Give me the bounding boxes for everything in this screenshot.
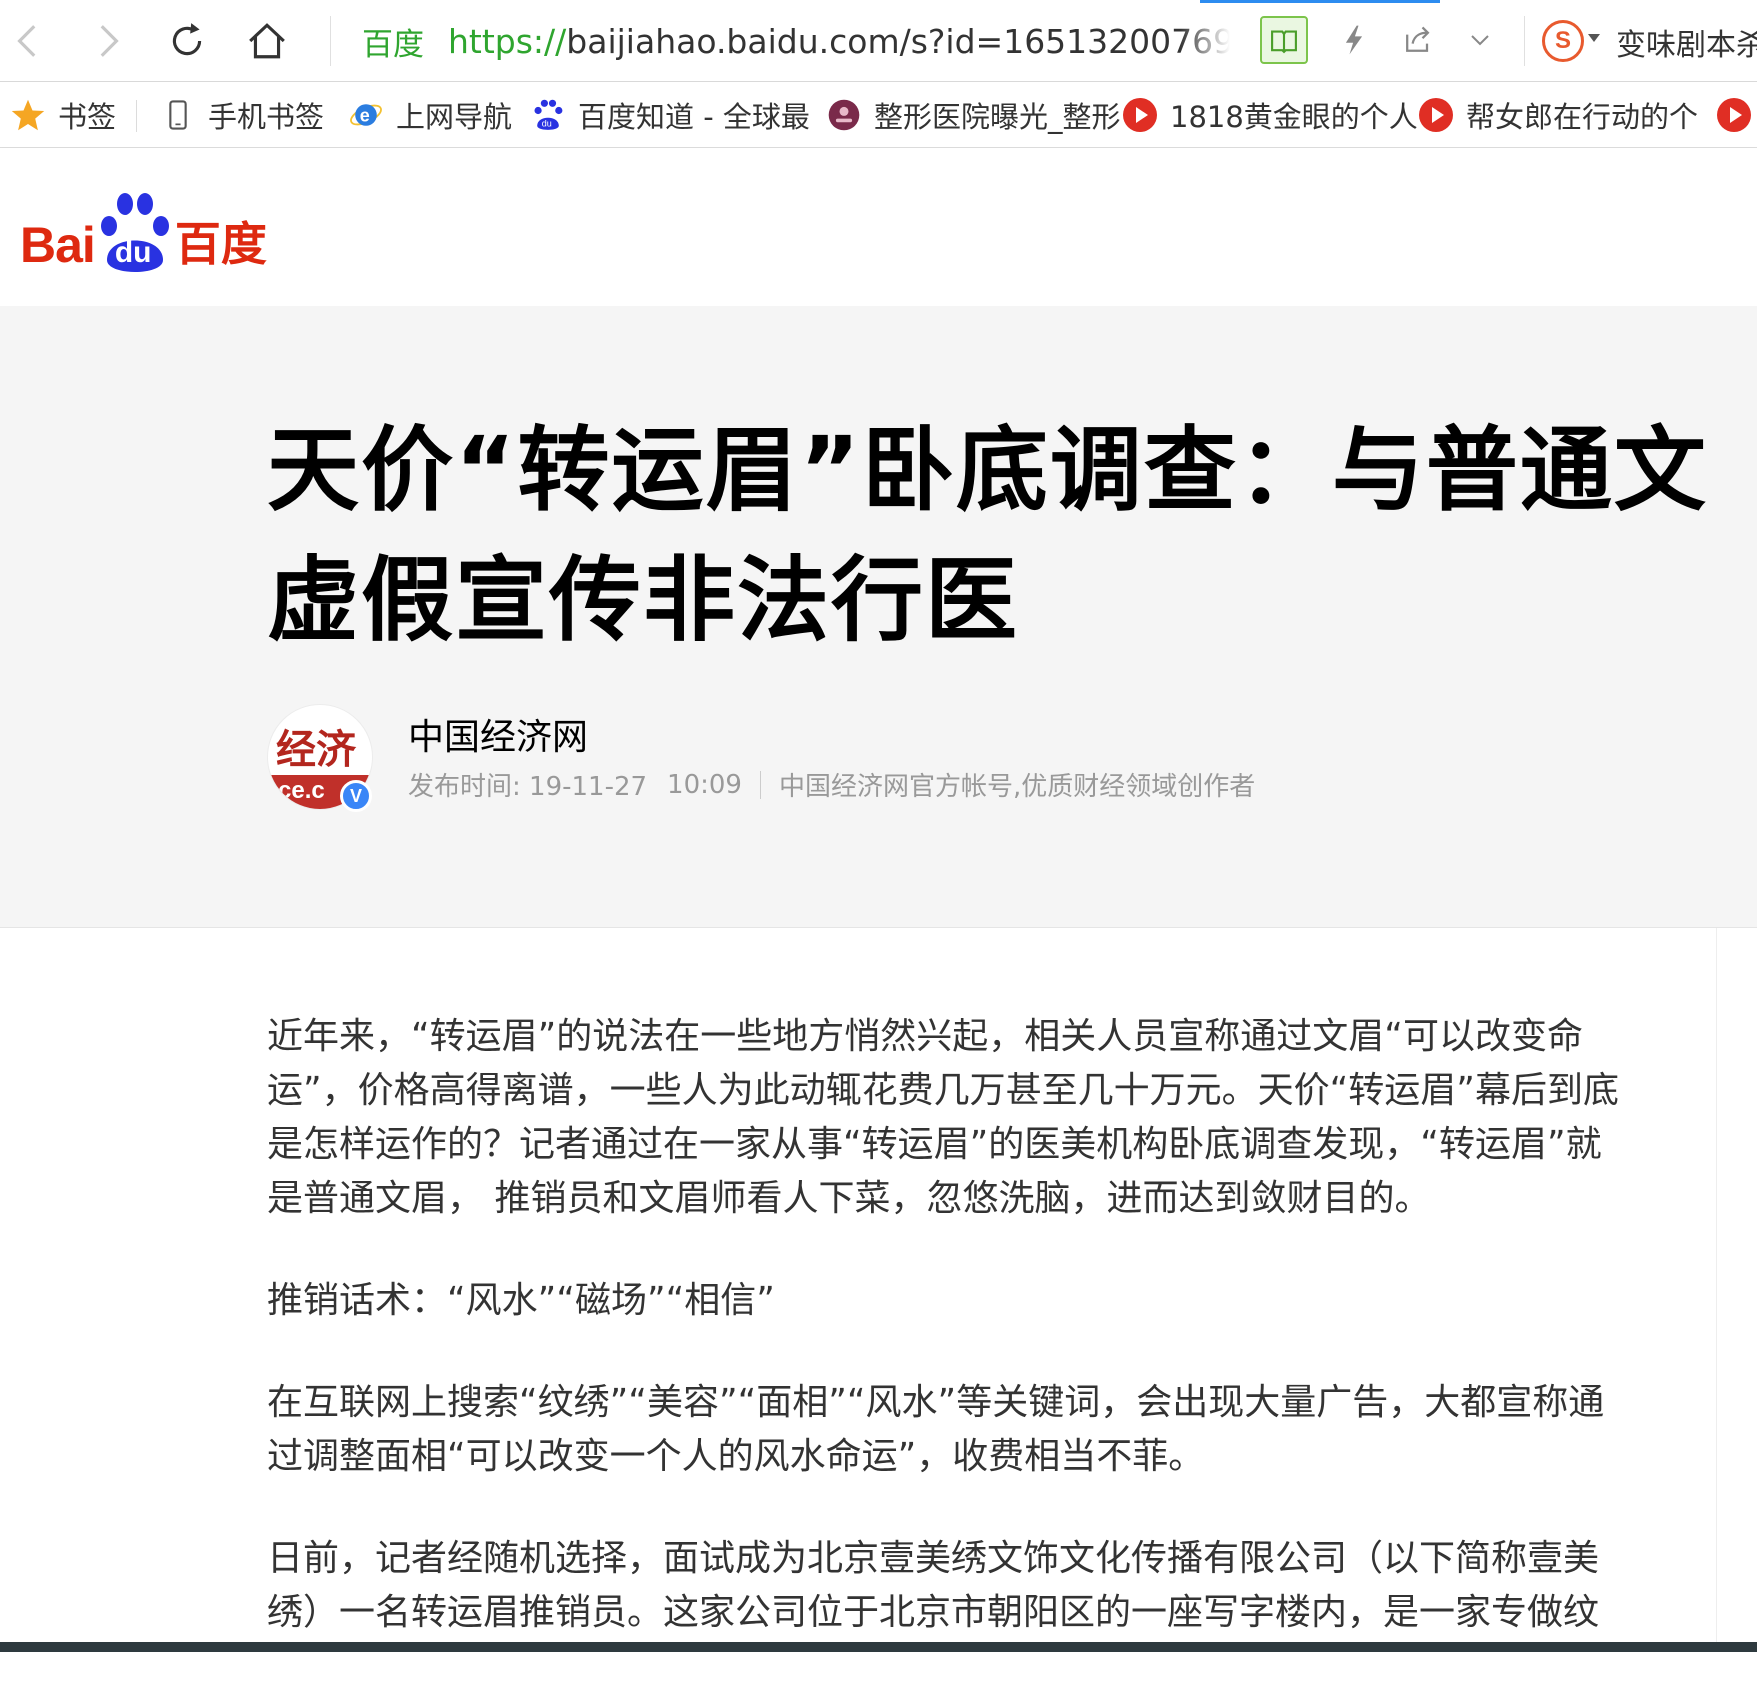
article-title-line-2: 虚假宣传非法行医 xyxy=(267,547,1020,654)
article-paragraph: 日前，记者经随机选择，面试成为北京壹美绣文饰文化传播有限公司（以下简称壹美绣）一… xyxy=(267,1538,1600,1633)
article-title-line-1: 天价“转运眉”卧底调查：与普通文 xyxy=(267,417,1708,524)
bookmark-label: 手机书签 xyxy=(208,100,325,134)
star-icon xyxy=(10,97,46,133)
author-description: 中国经济网官方帐号,优质财经领域创作者 xyxy=(778,772,1256,802)
site-icon xyxy=(826,97,862,133)
bookmark-item-mobile[interactable]: 手机书签 xyxy=(160,82,325,147)
extension-news-text[interactable]: 变味剧本杀 xyxy=(1616,20,1757,64)
verified-badge-icon: V xyxy=(340,780,372,812)
bookmark-item-baidu-zhidao[interactable]: du 百度知道 - 全球最 xyxy=(530,82,810,147)
reader-mode-button[interactable] xyxy=(1260,16,1308,64)
forward-button[interactable] xyxy=(78,12,136,70)
bookmark-label: 上网导航 xyxy=(396,100,513,134)
meta-divider xyxy=(759,770,761,799)
bookmarks-bar: 书签 手机书签 e 上网导航 du 百度知道 - 全球最 整形医院曝光_整形 1… xyxy=(0,82,1757,148)
publish-date: 发布时间: 19-11-27 xyxy=(408,772,648,802)
author-name[interactable]: 中国经济网 xyxy=(408,708,588,760)
reload-icon xyxy=(172,23,202,56)
video-icon xyxy=(1122,97,1158,133)
bookmark-item-navigation[interactable]: e 上网导航 xyxy=(348,82,513,147)
bookmark-item-bangnvlang[interactable]: 帮女郎在行动的个 xyxy=(1418,82,1699,147)
taskbar-edge xyxy=(0,1642,1757,1652)
content-border xyxy=(1716,928,1717,1652)
logo-text-chinese: 百度 xyxy=(174,217,267,271)
home-button[interactable] xyxy=(238,12,296,70)
sogou-icon[interactable]: S xyxy=(1542,20,1584,62)
address-bar[interactable]: 百度 https:// baijiahao.baidu.com/s?id=165… xyxy=(350,8,1230,74)
article-paragraph: 近年来，“转运眉”的说法在一些地方悄然兴起，相关人员宣称通过文眉“可以改变命运”… xyxy=(267,1016,1619,1219)
url-fade xyxy=(1180,8,1230,74)
ie-icon: e xyxy=(348,97,384,133)
browser-toolbar: 百度 https:// baijiahao.baidu.com/s?id=165… xyxy=(0,0,1757,82)
sogou-menu-caret[interactable] xyxy=(1588,34,1600,42)
site-header: Bai du 百度 xyxy=(0,148,1757,306)
article-body: 近年来，“转运眉”的说法在一些地方悄然兴起，相关人员宣称通过文眉“可以改变命运”… xyxy=(267,1010,1627,1688)
forward-icon xyxy=(100,25,119,57)
url-protocol: https:// xyxy=(448,21,567,61)
logo-text-du: du xyxy=(114,236,152,269)
bookmark-separator xyxy=(136,100,137,132)
toolbar-separator xyxy=(1524,16,1525,66)
article-paragraph: 在互联网上搜索“纹绣”“美容”“面相”“风水”等关键词，会出现大量广告，大都宣称… xyxy=(267,1382,1605,1477)
bookmark-label: 书签 xyxy=(58,100,117,134)
share-icon xyxy=(1406,26,1430,52)
article-title: 天价“转运眉”卧底调查：与普通文 虚假宣传非法行医 xyxy=(267,406,1757,666)
bookmark-label: 百度知道 - 全球最 xyxy=(578,100,810,134)
bookmark-item-overflow[interactable] xyxy=(1716,82,1757,147)
publish-time: 10:09 xyxy=(667,769,742,800)
url-text: baijiahao.baidu.com/s?id=16513200769( xyxy=(566,21,1230,61)
svg-text:du: du xyxy=(542,119,552,129)
video-icon xyxy=(1716,97,1752,133)
back-button[interactable] xyxy=(0,12,58,70)
article-header: 天价“转运眉”卧底调查：与普通文 虚假宣传非法行医 经济 ce.c V 中国经济… xyxy=(0,306,1757,928)
share-button[interactable] xyxy=(1394,16,1442,64)
accelerate-button[interactable] xyxy=(1330,16,1378,64)
bookmark-item-bookmarks[interactable]: 书签 xyxy=(10,82,117,147)
article-subheading: 推销话术：“风水”“磁场”“相信” xyxy=(267,1280,775,1321)
toolbar-separator xyxy=(330,16,331,66)
baidu-logo[interactable]: Bai du 百度 xyxy=(20,184,267,274)
bookmark-label: 帮女郎在行动的个 xyxy=(1466,100,1699,134)
home-icon xyxy=(249,23,285,59)
avatar-calligraphy: 经济 xyxy=(276,726,356,773)
chevron-down-icon xyxy=(1471,35,1489,46)
dropdown-button[interactable] xyxy=(1456,16,1504,64)
svg-text:e: e xyxy=(360,105,370,125)
baidu-paw-icon: du xyxy=(97,190,173,274)
baidu-paw-icon: du xyxy=(530,97,566,133)
loading-indicator xyxy=(1200,0,1440,3)
article-meta: 发布时间: 19-11-27 10:09 中国经济网官方帐号,优质财经领域创作者 xyxy=(408,766,1255,803)
bookmark-label: 整形医院曝光_整形 xyxy=(874,100,1121,134)
avatar-text: ce.c xyxy=(278,777,325,804)
lightning-icon xyxy=(1345,25,1363,55)
reader-icon xyxy=(1271,30,1297,54)
back-icon xyxy=(17,25,36,57)
logo-text-bai: Bai xyxy=(20,217,96,273)
reload-button[interactable] xyxy=(158,12,216,70)
bookmark-label: 1818黄金眼的个人 xyxy=(1170,100,1418,134)
video-icon xyxy=(1418,97,1454,133)
bookmark-item-1818[interactable]: 1818黄金眼的个人 xyxy=(1122,82,1418,147)
bookmark-item-plastic-surgery[interactable]: 整形医院曝光_整形 xyxy=(826,82,1121,147)
phone-icon xyxy=(160,97,196,133)
address-site-label: 百度 xyxy=(362,26,424,63)
